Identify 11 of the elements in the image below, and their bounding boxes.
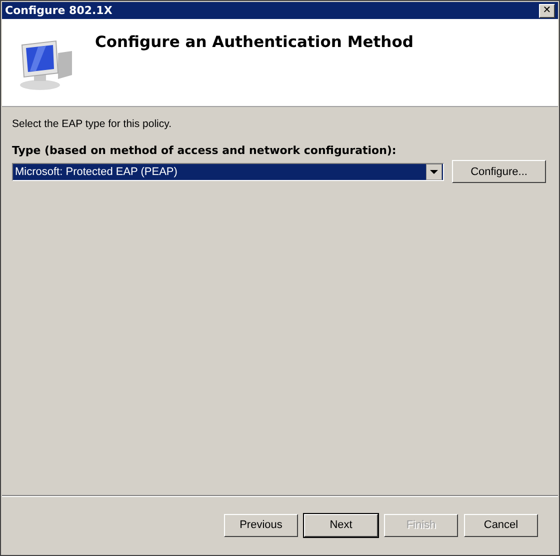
page-heading: Configure an Authentication Method [95, 33, 414, 51]
wizard-button[interactable]: Cancel [464, 514, 538, 536]
wizard-button[interactable]: Previous [224, 514, 298, 536]
instruction-text: Select the EAP type for this policy. [12, 118, 173, 130]
eap-type-dropdown[interactable]: Microsoft: Protected EAP (PEAP) [12, 162, 444, 180]
window-title: Configure 802.1X [5, 4, 112, 17]
close-button[interactable]: ✕ [539, 4, 555, 18]
field-label: Type (based on method of access and network configuration): [12, 144, 398, 157]
configure-button[interactable]: Configure... [452, 160, 546, 183]
wizard-button[interactable]: Next [304, 514, 378, 536]
dropdown-arrow-icon [426, 164, 442, 180]
